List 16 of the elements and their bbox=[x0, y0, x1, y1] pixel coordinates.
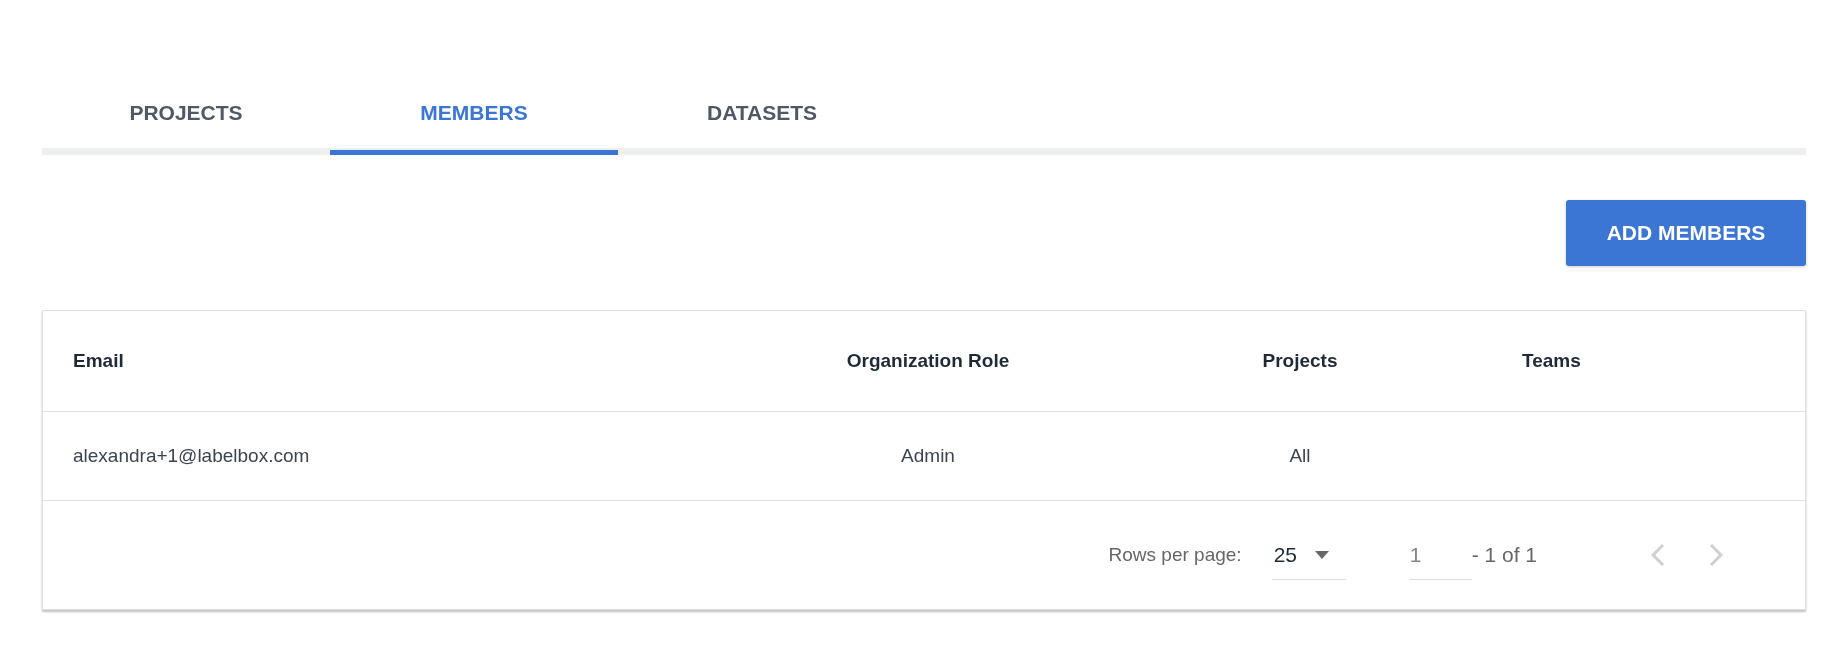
add-members-button[interactable]: ADD MEMBERS bbox=[1566, 200, 1806, 266]
rows-per-page-label: Rows per page: bbox=[1108, 544, 1242, 566]
rows-per-page-select[interactable]: 25 bbox=[1271, 542, 1346, 580]
table-cell-text: Admin bbox=[900, 445, 956, 467]
caret-down-icon bbox=[1315, 550, 1329, 559]
page-range: - 1 of 1 bbox=[1471, 543, 1537, 567]
column-header: Organization Role bbox=[845, 350, 1011, 372]
table-cell-text: alexandra+1@labelbox.com bbox=[72, 445, 311, 467]
page-input[interactable]: 1 bbox=[1409, 542, 1472, 580]
tab[interactable]: DATASETS bbox=[618, 70, 906, 155]
table-cell-text: All bbox=[1288, 445, 1312, 467]
column-header: Email bbox=[72, 350, 125, 372]
tab[interactable]: MEMBERS bbox=[330, 70, 618, 155]
column-header: Teams bbox=[1521, 350, 1582, 372]
column-header: Projects bbox=[1261, 350, 1339, 372]
tab[interactable]: PROJECTS bbox=[42, 70, 330, 155]
